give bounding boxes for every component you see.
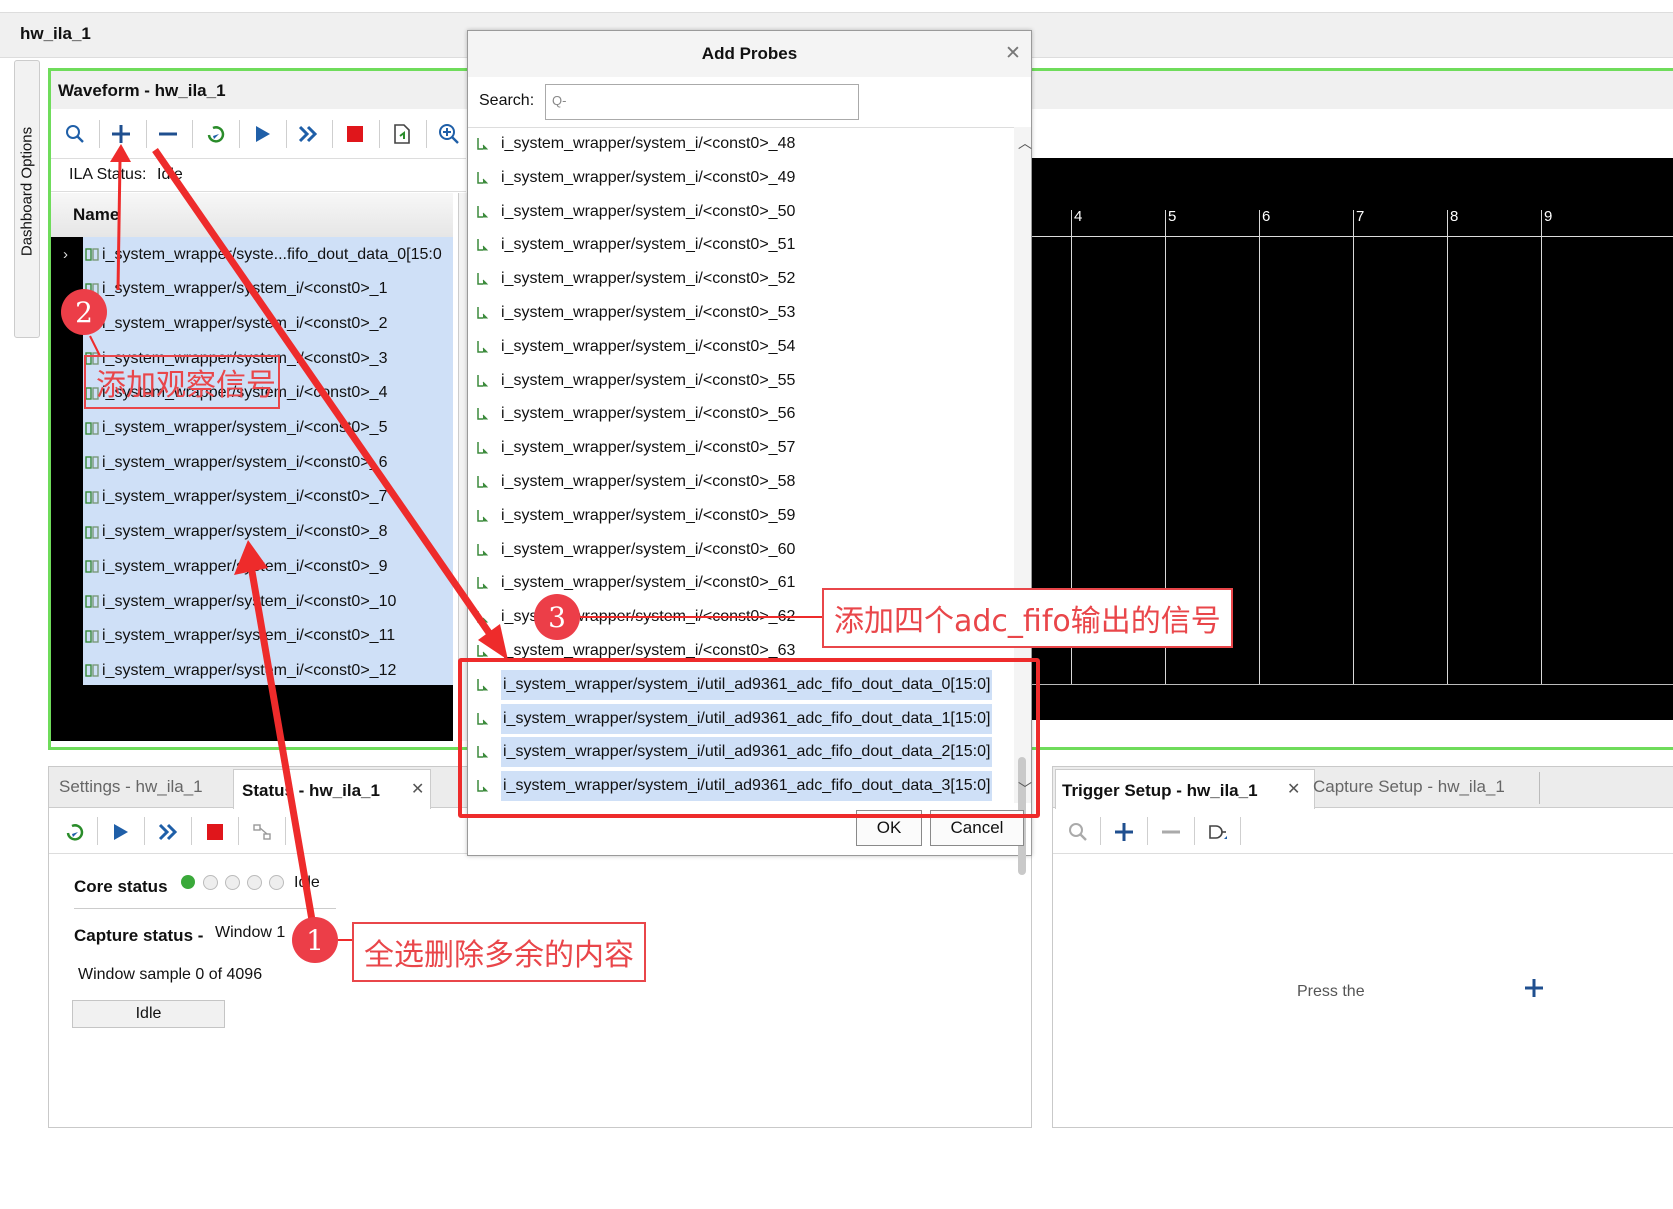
step-badge-3: 3 bbox=[534, 594, 580, 640]
callout-delete-extra: 全选删除多余的内容 bbox=[352, 922, 646, 982]
step-badge-1: 1 bbox=[292, 917, 338, 963]
step-badge-2: 2 bbox=[61, 289, 107, 335]
callout-add-signals: 添加观察信号 bbox=[84, 355, 280, 409]
callout-add-adc-fifo: 添加四个adc_fifo输出的信号 bbox=[822, 588, 1233, 648]
